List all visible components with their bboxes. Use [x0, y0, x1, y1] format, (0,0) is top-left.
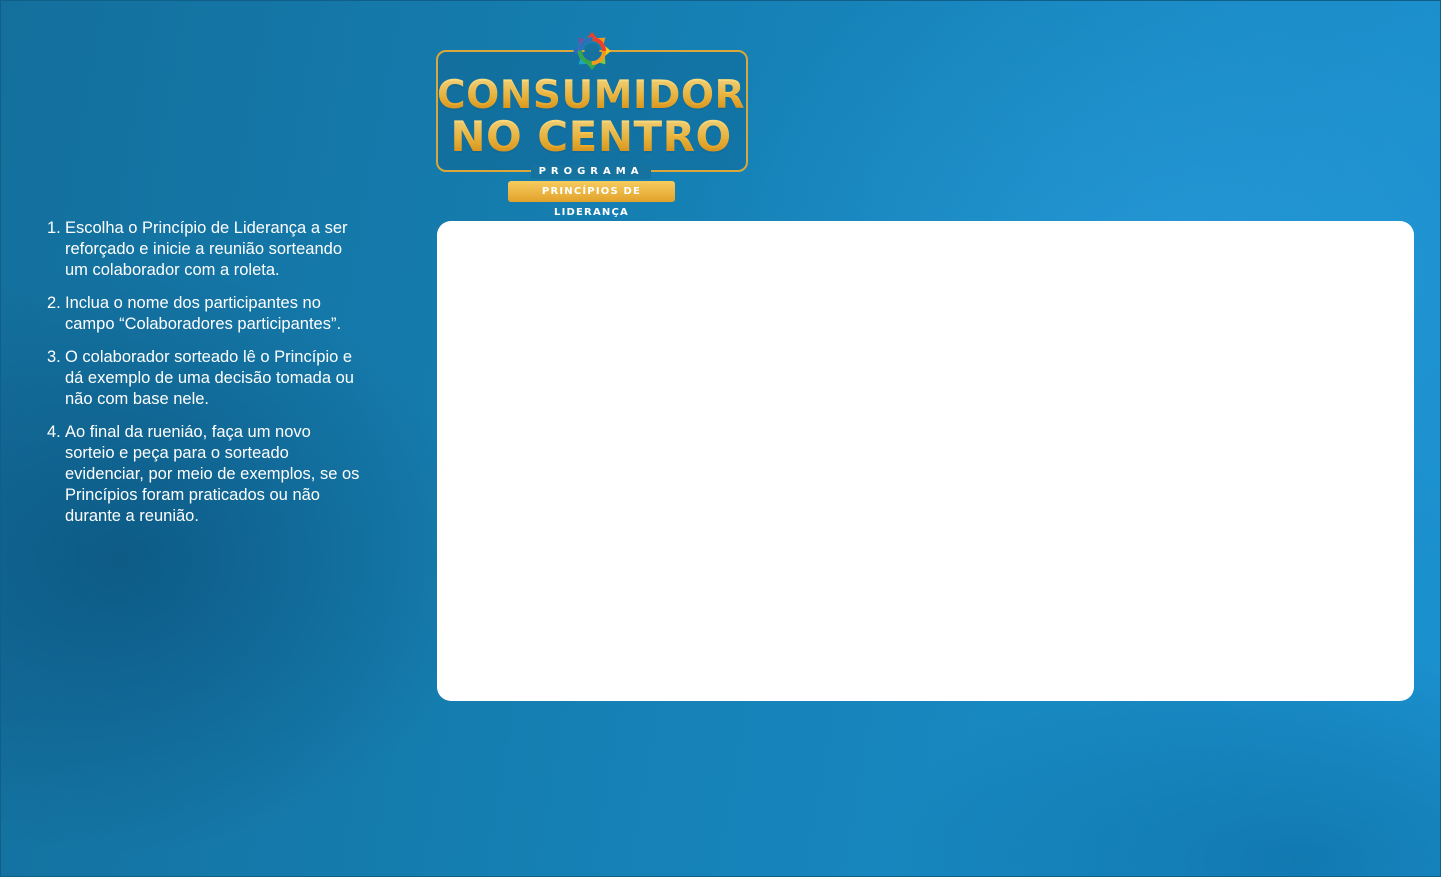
- instruction-text: Ao final da rueniáo, faça um novo sortei…: [65, 423, 360, 525]
- logo-programa-text: PROGRAMA: [530, 165, 652, 179]
- instruction-number: 1.: [47, 219, 61, 237]
- instructions-list: 1. Escolha o Princípio de Liderança a se…: [43, 218, 363, 539]
- logo-title-line2: NO CENTRO: [436, 116, 746, 158]
- instruction-item: 1. Escolha o Princípio de Liderança a se…: [43, 218, 363, 281]
- instruction-number: 2.: [47, 294, 61, 312]
- instruction-item: 2. Inclua o nome dos participantes no ca…: [43, 293, 363, 335]
- logo-programa-label: PROGRAMA: [436, 161, 746, 179]
- instruction-text: O colaborador sorteado lê o Princípio e …: [65, 348, 354, 408]
- instruction-number: 4.: [47, 423, 61, 441]
- instruction-text: Inclua o nome dos participantes no campo…: [65, 294, 342, 333]
- instruction-item: 3. O colaborador sorteado lê o Princípio…: [43, 347, 363, 410]
- content-panel: [437, 221, 1414, 701]
- instruction-text: Escolha o Princípio de Liderança a ser r…: [65, 219, 348, 279]
- program-logo: CONSUMIDOR NO CENTRO PROGRAMA PRINCÍPIOS…: [436, 30, 748, 218]
- logo-badge: PRINCÍPIOS DE LIDERANÇA: [508, 181, 675, 218]
- colorful-gear-icon: [573, 32, 611, 70]
- logo-title-line1: CONSUMIDOR: [436, 73, 746, 118]
- instruction-number: 3.: [47, 348, 61, 366]
- instruction-item: 4. Ao final da rueniáo, faça um novo sor…: [43, 422, 363, 527]
